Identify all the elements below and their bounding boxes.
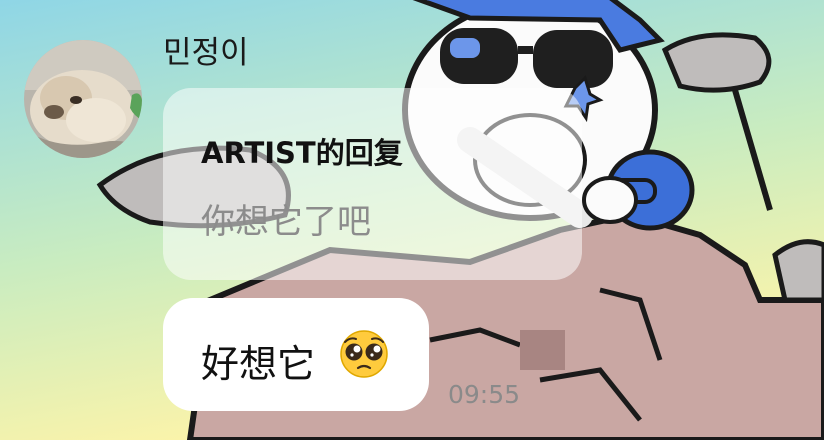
reply-title: ARTIST的回复 [201,136,403,170]
artist-reply-bubble[interactable]: ARTIST的回复 你想它了吧 [163,88,582,280]
message-text: 好想它 [201,342,316,386]
sender-name: 민정이 [163,35,249,71]
message-bubble[interactable]: 好想它 [163,298,429,411]
chat-screen: 민정이 ARTIST的回复 你想它了吧 好想它 09:55 [0,0,824,440]
message-timestamp: 09:55 [448,380,521,409]
quoted-message: 你想它了吧 [201,202,371,242]
dog-photo [24,40,142,158]
sender-avatar[interactable] [24,40,142,158]
pleading-face-emoji [340,330,388,378]
